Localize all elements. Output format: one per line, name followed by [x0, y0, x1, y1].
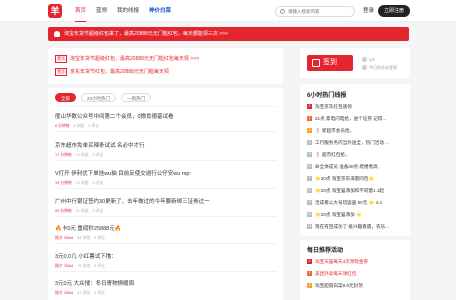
- hot-list-item[interactable]: 2 21点 家电闪电抢，送个证券 记得...: [307, 116, 407, 122]
- signin-count: 1人: [362, 57, 375, 63]
- signin-status: 今日你还未签到: [362, 65, 397, 71]
- hot-list-item[interactable]: 9 活成看公大号玩竖画 50元 ⭐ 4.4: [307, 200, 407, 206]
- item-meta: 刚才 25/64 47 浏览 0 评论: [55, 291, 105, 295]
- hot-list-panel: 6小时热门线报 1 淘宝京东红包速领 2 21点 家电闪电抢，送个证券 记得... …: [300, 84, 410, 236]
- rank-badge: 5: [307, 152, 312, 158]
- item-title[interactable]: 🔥卡0元 重磅秒25888元🔥: [55, 224, 277, 232]
- rank-badge: 2: [307, 271, 312, 277]
- item-meta: 19 分钟前 13 浏览 0 评论: [55, 181, 104, 185]
- daily-item[interactable]: 1 淘宝天猫每天3次领现金券: [307, 259, 407, 265]
- login-button[interactable]: 登录: [363, 6, 374, 17]
- nav-item-home[interactable]: 首页: [70, 0, 91, 22]
- bell-icon: [54, 31, 60, 37]
- rank-badge: 3: [307, 128, 312, 134]
- hot-list-item[interactable]: 1 淘宝京东红包速领: [307, 104, 407, 110]
- item-meta: 20 分钟前 21 浏览 0 评论: [55, 209, 104, 213]
- divider: [55, 160, 277, 161]
- site-logo[interactable]: 羊: [48, 4, 62, 18]
- rank-badge: 1: [307, 104, 312, 110]
- signin-label: 签到: [323, 59, 337, 66]
- nav-item-my-tips[interactable]: 我的线报: [112, 0, 144, 22]
- item-title[interactable]: 度山华数公众号中间第二个会员，0撸肯德基试看: [55, 112, 277, 120]
- pinned-tag: 置顶: [55, 68, 67, 76]
- pinned-tag: 置顶: [55, 55, 67, 63]
- hot-list-item[interactable]: 11 现在有回成功了 抵兴趣看遇，农乐...: [307, 224, 407, 230]
- item-title[interactable]: 3元0.0几 小红薯试下撸：: [55, 252, 277, 260]
- nav-item-bluecollar[interactable]: 蓝领: [91, 0, 112, 22]
- top-navigation-bar: 羊 首页 蓝领 我的线报 神价白菜 登录 立即注册: [0, 0, 456, 22]
- hot-list-item[interactable]: 5 ❗ 超市红包抢，: [307, 152, 407, 158]
- list-item[interactable]: 京东超市免单买辣条试试 名必中才行 17 分钟前 15 浏览 0 评论: [55, 141, 277, 158]
- list-item[interactable]: 度山华数公众号中间第二个会员，0撸肯德基试看 6 分钟前 5 浏览 0 评论: [55, 112, 277, 129]
- divider: [55, 216, 277, 217]
- hot-list-item[interactable]: 4 工行服务务内当外送全，热门活动 ...: [307, 140, 407, 146]
- item-meta: 刚才 25/64 98 浏览 0 评论: [55, 236, 105, 240]
- item-meta: 6 分钟前 5 浏览 0 评论: [55, 124, 100, 128]
- daily-recommend-panel: 每日推荐活动 1 淘宝天猫每天3次领现金券 2 美团外卖每天领红包 3 淘宝超值白菜9…: [300, 240, 410, 300]
- promo-item[interactable]: 置顶 淘宝年货节超级红包，最高20888元无门槛红包每天领 >>>: [55, 55, 199, 63]
- rank-badge: 9: [307, 200, 312, 206]
- tab-week-hot[interactable]: 一周热门: [121, 93, 152, 102]
- signin-button[interactable]: 签到: [307, 55, 353, 71]
- list-item[interactable]: 3元0.0几 小红薯试下撸： 刚才 25/64 79 浏览 0 评论: [55, 252, 277, 269]
- search-box[interactable]: [275, 6, 355, 17]
- item-meta: 17 分钟前 15 浏览 0 评论: [55, 153, 104, 157]
- rank-badge: 1: [307, 259, 312, 265]
- tab-all[interactable]: 全部: [55, 93, 76, 102]
- item-title[interactable]: 京东超市免单买辣条试试 名必中才行: [55, 141, 277, 149]
- hot-list-title: 6小时热门线报: [307, 93, 347, 99]
- feed-tabs: 全部 24小时热门 一周热门: [55, 93, 156, 102]
- divider: [55, 243, 277, 244]
- rank-badge: 7: [307, 176, 312, 182]
- promo-panel: 置顶 淘宝年货节超级红包，最高20888元无门槛红包每天领 >>> 置顶 京东年货节…: [48, 48, 283, 84]
- main-nav: 首页 蓝领 我的线报 神价白菜: [70, 0, 176, 22]
- divider: [55, 106, 277, 107]
- list-item[interactable]: 广州中行银证签约30更新了，去年做过的今年要新绑三证券过一 20 分钟前 21 浏…: [55, 197, 277, 214]
- hot-list-item[interactable]: 3 ❗ 新超市会员抢，: [307, 128, 407, 134]
- list-item[interactable]: 🔥卡0元 重磅秒25888元🔥 刚才 25/64 98 浏览 0 评论: [55, 224, 277, 241]
- divider: [55, 271, 277, 272]
- rank-badge: 4: [307, 140, 312, 146]
- list-item[interactable]: V打开 伊利优下单挂wu抽 目前反使交逍行公仔安wu mp: 19 分钟前 13 …: [55, 169, 277, 186]
- rank-badge: 6: [307, 164, 312, 170]
- item-title[interactable]: 3元0元 大众搜：冬日寄物情暖周: [55, 279, 277, 287]
- calendar-icon: [312, 59, 320, 67]
- daily-item[interactable]: 3 淘宝超值白菜9.9元封顶: [307, 283, 407, 289]
- search-icon: [280, 9, 285, 14]
- hot-list-item[interactable]: 10 ⭐20点 淘宝猫添加 ⭐: [307, 212, 407, 218]
- announcement-banner[interactable]: 淘宝年货节超级红包来了，最高20888元无门槛红包，每天都能领三次 >>>: [48, 27, 409, 41]
- promo-text: 京东年货节红包，最高20888元无门槛每天领: [70, 69, 169, 75]
- avatar: [362, 57, 367, 63]
- tab-24h-hot[interactable]: 24小时热门: [81, 93, 117, 102]
- hot-list-item[interactable]: 6 命全体成员 准备30点 爬楼者高: [307, 164, 407, 170]
- item-meta: 刚才 25/64 79 浏览 0 评论: [55, 264, 105, 268]
- register-button[interactable]: 立即注册: [378, 5, 410, 17]
- daily-item[interactable]: 2 美团外卖每天领红包: [307, 271, 407, 277]
- nav-item-deals[interactable]: 神价白菜: [144, 0, 176, 22]
- avatar: [362, 65, 367, 71]
- divider: [55, 131, 277, 132]
- signin-panel: 签到 1人 今日你还未签到: [300, 48, 410, 78]
- daily-recommend-title: 每日推荐活动: [307, 248, 344, 254]
- rank-badge: 2: [307, 116, 312, 122]
- rank-badge: 8: [307, 188, 312, 194]
- rank-badge: 11: [307, 224, 312, 230]
- hot-list-item[interactable]: 8 ⭐20点 淘宝猫添加和不同量1.1起: [307, 188, 407, 194]
- feed-panel: 全部 24小时热门 一周热门 度山华数公众号中间第二个会员，0撸肯德基试看 6 …: [48, 88, 283, 300]
- item-title[interactable]: V打开 伊利优下单挂wu抽 目前反使交逍行公仔安wu mp:: [55, 169, 277, 177]
- banner-text: 淘宝年货节超级红包来了，最高20888元无门槛红包，每天都能领三次 >>>: [64, 31, 229, 37]
- promo-text: 淘宝年货节超级红包，最高20888元无门槛红包每天领 >>>: [70, 56, 200, 62]
- item-title[interactable]: 广州中行银证签约30更新了，去年做过的今年要新绑三证券过一: [55, 197, 277, 205]
- list-item[interactable]: 3元0元 大众搜：冬日寄物情暖周 刚才 25/64 47 浏览 0 评论: [55, 279, 277, 296]
- promo-item[interactable]: 置顶 京东年货节红包，最高20888元无门槛每天领: [55, 68, 169, 76]
- divider: [55, 188, 277, 189]
- rank-badge: 3: [307, 283, 312, 289]
- search-input[interactable]: [288, 8, 352, 15]
- hot-list-item[interactable]: 7 ⭐20点 淘宝京东海量同包⭐: [307, 176, 407, 182]
- rank-badge: 10: [307, 212, 312, 218]
